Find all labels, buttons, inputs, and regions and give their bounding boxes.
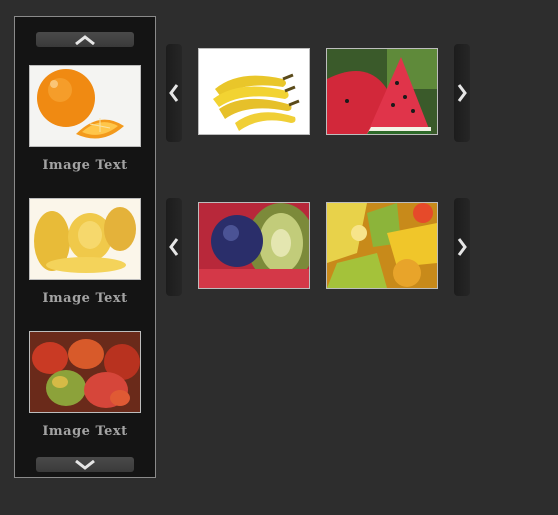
previous-button[interactable] bbox=[166, 44, 182, 142]
orange-image bbox=[30, 66, 140, 146]
horizontal-carousel bbox=[166, 198, 470, 296]
blueberry-kiwi-thumbnail[interactable] bbox=[198, 202, 310, 289]
mangoes-image bbox=[30, 332, 140, 412]
chevron-right-icon bbox=[457, 238, 467, 256]
chevron-left-icon bbox=[169, 238, 179, 256]
item-caption: Image Text bbox=[42, 291, 128, 306]
vertical-item: Image Text bbox=[29, 198, 141, 306]
mangoes-thumbnail[interactable] bbox=[29, 331, 141, 413]
item-caption: Image Text bbox=[42, 424, 128, 439]
chevron-up-icon bbox=[75, 34, 95, 45]
watermelon-image bbox=[327, 49, 437, 134]
fruit-salad-image bbox=[327, 203, 437, 288]
orange-thumbnail[interactable] bbox=[29, 65, 141, 147]
previous-button[interactable] bbox=[166, 198, 182, 296]
chevron-right-icon bbox=[457, 84, 467, 102]
bananas-thumbnail[interactable] bbox=[198, 48, 310, 135]
scroll-down-button[interactable] bbox=[36, 457, 134, 472]
item-caption: Image Text bbox=[42, 158, 128, 173]
watermelon-thumbnail[interactable] bbox=[326, 48, 438, 135]
vertical-carousel: Image Text Image Text Image Text bbox=[14, 16, 156, 478]
chevron-down-icon bbox=[75, 459, 95, 470]
mango-slices-image bbox=[30, 199, 140, 279]
horizontal-carousel bbox=[166, 44, 470, 142]
scroll-up-button[interactable] bbox=[36, 32, 134, 47]
mango-slices-thumbnail[interactable] bbox=[29, 198, 141, 280]
vertical-item: Image Text bbox=[29, 331, 141, 439]
bananas-image bbox=[199, 49, 309, 134]
chevron-left-icon bbox=[169, 84, 179, 102]
fruit-salad-thumbnail[interactable] bbox=[326, 202, 438, 289]
next-button[interactable] bbox=[454, 44, 470, 142]
blueberry-kiwi-image bbox=[199, 203, 309, 288]
vertical-item: Image Text bbox=[29, 65, 141, 173]
next-button[interactable] bbox=[454, 198, 470, 296]
